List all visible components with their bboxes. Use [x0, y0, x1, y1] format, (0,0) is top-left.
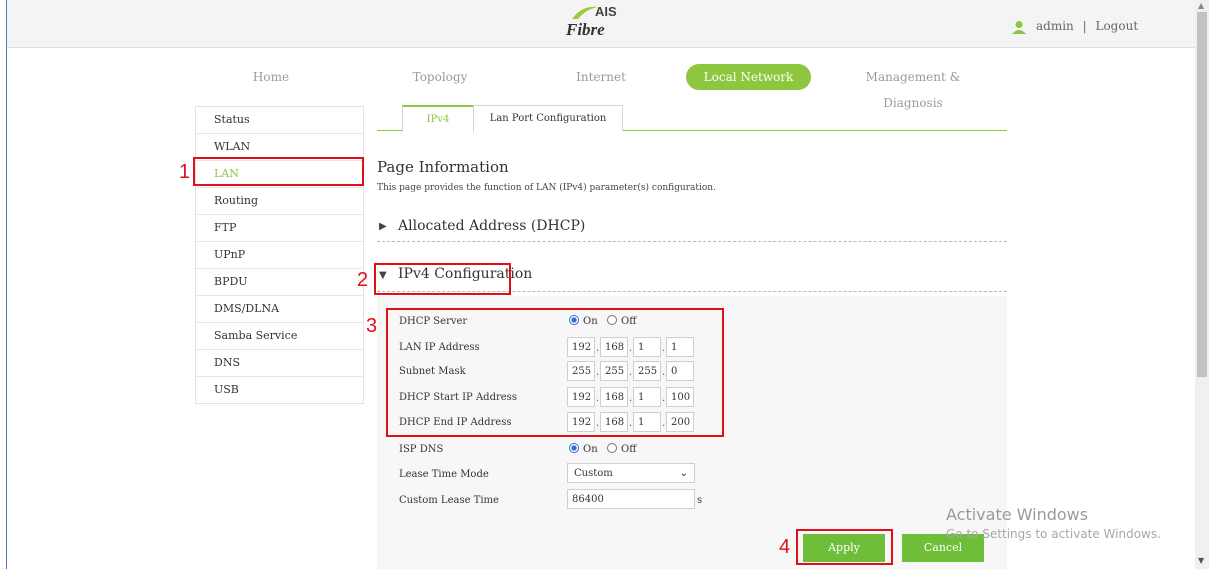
- lease-time-input[interactable]: 86400: [567, 489, 695, 509]
- annotation-1: 1: [179, 161, 191, 183]
- highlight-lan-box: [193, 157, 364, 186]
- logout-link[interactable]: Logout: [1095, 19, 1138, 33]
- tab-ipv4[interactable]: IPv4: [402, 105, 474, 132]
- activate-windows-title: Activate Windows: [946, 505, 1089, 524]
- tab-lan-port-configuration[interactable]: Lan Port Configuration: [473, 105, 623, 131]
- window-border: [6, 0, 7, 569]
- sidebar-item-samba-service[interactable]: Samba Service: [196, 323, 363, 350]
- section-divider: [377, 241, 1007, 242]
- page-description: This page provides the function of LAN (…: [377, 183, 716, 193]
- user-icon: [1012, 21, 1026, 34]
- sidebar-item-upnp[interactable]: UPnP: [196, 242, 363, 269]
- scroll-up-arrow-icon[interactable]: ▲: [1198, 1, 1204, 10]
- highlight-ipv4-section: [374, 263, 511, 295]
- user-area: admin | Logout: [1036, 19, 1138, 33]
- isp-dns-on-radio[interactable]: [569, 443, 579, 453]
- nav-home[interactable]: Home: [221, 64, 321, 90]
- highlight-dhcp-fields: [386, 308, 724, 437]
- sidebar-item-bpdu[interactable]: BPDU: [196, 269, 363, 296]
- sidebar-item-dns[interactable]: DNS: [196, 350, 363, 377]
- page-title: Page Information: [377, 158, 509, 176]
- isp-dns-off-label: Off: [621, 444, 637, 455]
- lease-mode-label: Lease Time Mode: [399, 469, 489, 480]
- sidebar-item-usb[interactable]: USB: [196, 377, 363, 403]
- activate-windows-subtitle: Go to Settings to activate Windows.: [946, 527, 1161, 541]
- lease-time-label: Custom Lease Time: [399, 495, 499, 506]
- lease-mode-select[interactable]: Custom ⌄: [567, 463, 695, 483]
- sidebar-item-routing[interactable]: Routing: [196, 188, 363, 215]
- scroll-down-arrow-icon[interactable]: ▼: [1198, 556, 1204, 565]
- username-link[interactable]: admin: [1036, 19, 1074, 33]
- annotation-4: 4: [779, 536, 791, 558]
- annotation-2: 2: [357, 269, 369, 291]
- nav-topology[interactable]: Topology: [390, 64, 490, 90]
- sidebar: Status WLAN LAN Routing FTP UPnP BPDU DM…: [195, 106, 364, 404]
- annotation-3: 3: [366, 315, 378, 337]
- scrollbar-thumb[interactable]: [1197, 12, 1207, 377]
- nav-management-diagnosis[interactable]: Management & Diagnosis: [838, 64, 988, 110]
- isp-dns-on-label: On: [583, 444, 598, 455]
- expand-right-icon[interactable]: ▶: [379, 221, 387, 232]
- lease-time-unit: s: [697, 495, 703, 506]
- isp-dns-off-radio[interactable]: [607, 443, 617, 453]
- lease-mode-value: Custom: [574, 468, 613, 479]
- isp-dns-label: ISP DNS: [399, 444, 444, 455]
- section-allocated-address[interactable]: Allocated Address (DHCP): [398, 218, 585, 234]
- logo-ais-text: AIS: [595, 4, 617, 19]
- user-separator: |: [1082, 19, 1087, 33]
- logo-fibre-text: Fibre: [566, 20, 605, 39]
- nav-internet[interactable]: Internet: [551, 64, 651, 90]
- highlight-apply-button: [796, 529, 893, 565]
- sidebar-item-dms-dlna[interactable]: DMS/DLNA: [196, 296, 363, 323]
- nav-local-network[interactable]: Local Network: [686, 64, 811, 90]
- chevron-down-icon: ⌄: [679, 468, 688, 479]
- sidebar-item-status[interactable]: Status: [196, 107, 363, 134]
- sidebar-item-ftp[interactable]: FTP: [196, 215, 363, 242]
